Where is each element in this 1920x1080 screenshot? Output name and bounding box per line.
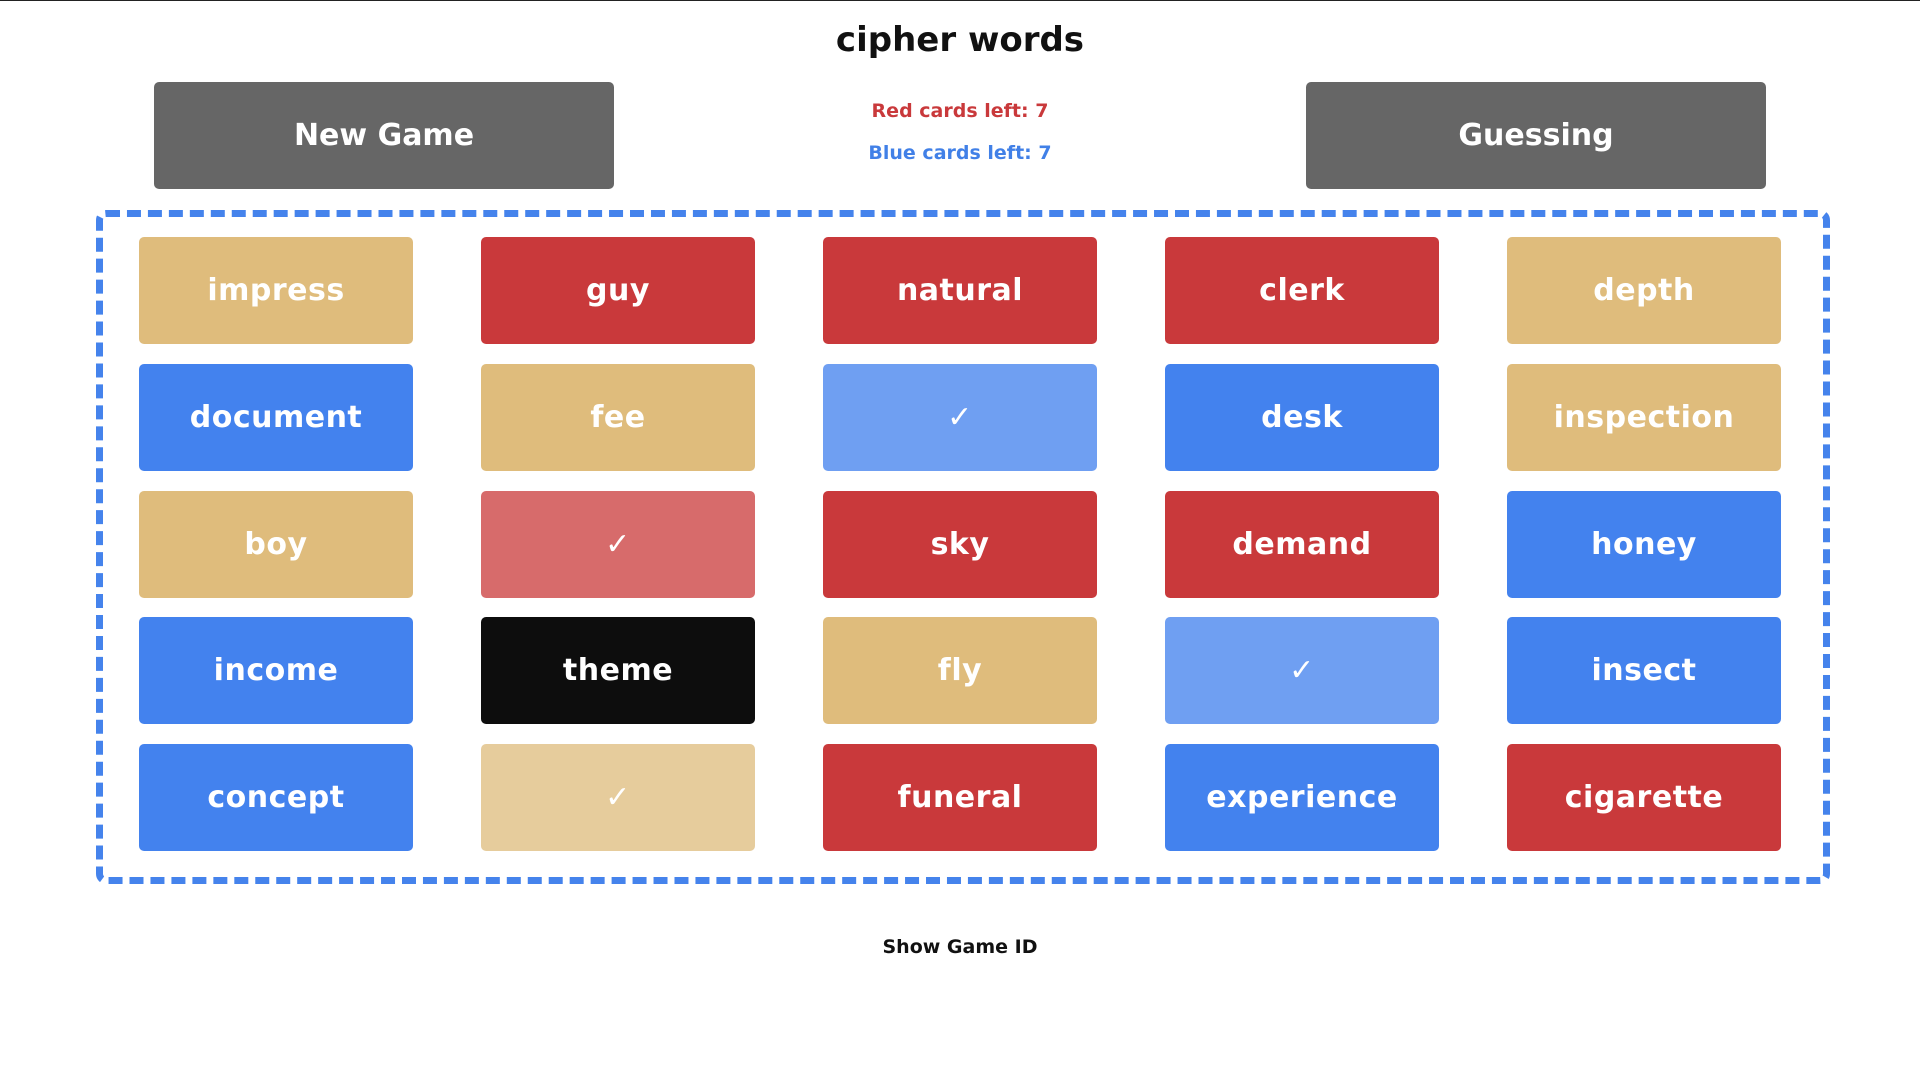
- card-revealed[interactable]: ✓: [1165, 617, 1439, 724]
- word-card[interactable]: sky: [823, 491, 1097, 598]
- top-divider: [0, 0, 1920, 1]
- word-card[interactable]: fee: [481, 364, 755, 471]
- new-game-button[interactable]: New Game: [154, 82, 614, 189]
- word-card[interactable]: funeral: [823, 744, 1097, 851]
- word-card[interactable]: fly: [823, 617, 1097, 724]
- card-revealed[interactable]: ✓: [481, 744, 755, 851]
- word-card[interactable]: document: [139, 364, 413, 471]
- word-card[interactable]: impress: [139, 237, 413, 344]
- word-card[interactable]: demand: [1165, 491, 1439, 598]
- word-card[interactable]: concept: [139, 744, 413, 851]
- word-card[interactable]: boy: [139, 491, 413, 598]
- show-game-id-link[interactable]: Show Game ID: [883, 936, 1038, 958]
- word-card[interactable]: natural: [823, 237, 1097, 344]
- mode-toggle-button[interactable]: Guessing: [1306, 82, 1766, 189]
- word-card[interactable]: clerk: [1165, 237, 1439, 344]
- card-revealed[interactable]: ✓: [481, 491, 755, 598]
- word-card[interactable]: income: [139, 617, 413, 724]
- page-title: cipher words: [835, 20, 1085, 60]
- card-revealed[interactable]: ✓: [823, 364, 1097, 471]
- word-card[interactable]: cigarette: [1507, 744, 1781, 851]
- word-card[interactable]: guy: [481, 237, 755, 344]
- show-game-id-container: Show Game ID: [0, 936, 1920, 958]
- red-cards-left: Red cards left: 7: [871, 100, 1049, 122]
- blue-cards-left: Blue cards left: 7: [868, 142, 1052, 164]
- word-card[interactable]: honey: [1507, 491, 1781, 598]
- word-card[interactable]: insect: [1507, 617, 1781, 724]
- word-card[interactable]: theme: [481, 617, 755, 724]
- word-card[interactable]: experience: [1165, 744, 1439, 851]
- word-card[interactable]: desk: [1165, 364, 1439, 471]
- card-board: impress guy natural clerk depth document fee ✓ d…: [96, 210, 1830, 884]
- word-card[interactable]: depth: [1507, 237, 1781, 344]
- word-card[interactable]: inspection: [1507, 364, 1781, 471]
